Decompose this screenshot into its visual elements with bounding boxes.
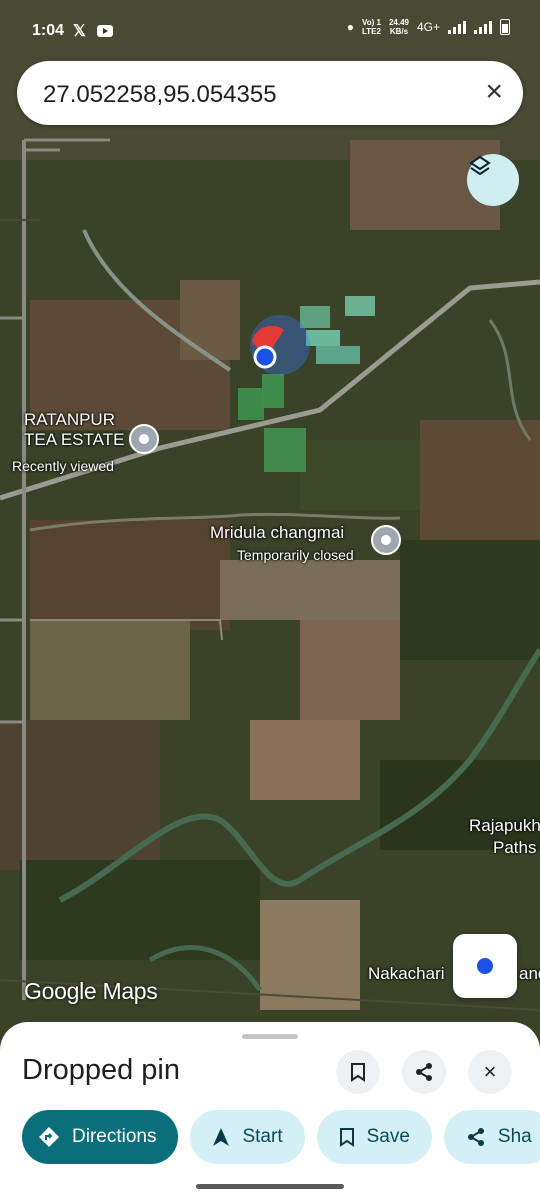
place-note-ratanpur: Recently viewed [12, 458, 114, 474]
place-label-ratanpur[interactable]: RATANPUR TEA ESTATE [24, 410, 124, 450]
close-icon[interactable]: × [485, 77, 503, 107]
layers-button[interactable] [467, 154, 519, 206]
map-label-paths: Paths [493, 838, 537, 857]
share-button[interactable] [402, 1050, 446, 1094]
save-button[interactable]: Save [316, 1110, 432, 1164]
battery-icon [500, 19, 510, 35]
signal-icon [448, 20, 466, 34]
my-location-icon[interactable] [453, 934, 517, 998]
action-chips: Directions Start Save Sha [22, 1110, 540, 1164]
layers-icon [469, 155, 491, 176]
place-pin-icon[interactable] [129, 424, 159, 454]
bookmark-button[interactable] [336, 1050, 380, 1094]
google-maps-logo: Google Maps [24, 978, 158, 1004]
status-time: 1:04 [32, 22, 65, 39]
place-sheet[interactable]: Dropped pin × Directions Start Save Sha [0, 1022, 540, 1204]
place-title: Dropped pin [22, 1054, 180, 1086]
map-label-nakachari: Nakachari [368, 964, 445, 983]
share-chip-button[interactable]: Sha [443, 1110, 540, 1164]
directions-button[interactable]: Directions [22, 1110, 179, 1164]
status-right: ● Vo) 1 LTE2 24.49 KB/s 4G+ [347, 18, 510, 36]
network-label: Vo) 1 LTE2 [361, 18, 381, 36]
status-bar: 1:04 𝕏 ● Vo) 1 LTE2 24.49 KB/s 4G+ [0, 0, 540, 60]
place-note-mridula: Temporarily closed [237, 547, 354, 563]
close-icon: × [483, 1059, 497, 1084]
drag-handle[interactable] [242, 1034, 298, 1039]
network-type: 4G+ [416, 20, 440, 34]
navigation-arrow-icon [213, 1128, 230, 1146]
place-label-mridula[interactable]: Mridula changmai [210, 523, 344, 543]
start-button[interactable]: Start [190, 1110, 305, 1164]
signal-2-icon [474, 20, 492, 34]
map-label-rajapukh: Rajapukh [469, 816, 540, 835]
map-label-partial: and [519, 964, 540, 983]
share-icon [416, 1063, 432, 1081]
bookmark-icon [339, 1128, 354, 1147]
speed-label: 24.49 KB/s [388, 18, 409, 36]
location-status-icon: ● [346, 20, 354, 34]
gesture-nav-bar[interactable] [196, 1184, 344, 1189]
youtube-icon [97, 25, 113, 37]
current-location-dot [253, 345, 277, 369]
lock-pin-icon[interactable] [371, 525, 401, 555]
search-bar[interactable]: 27.052258,95.054355 × [17, 61, 523, 125]
search-query[interactable]: 27.052258,95.054355 [43, 81, 277, 109]
close-sheet-button[interactable]: × [468, 1050, 512, 1094]
directions-icon [39, 1127, 59, 1147]
share-icon [467, 1128, 484, 1146]
x-app-icon: 𝕏 [73, 23, 86, 40]
bookmark-icon [351, 1063, 365, 1082]
